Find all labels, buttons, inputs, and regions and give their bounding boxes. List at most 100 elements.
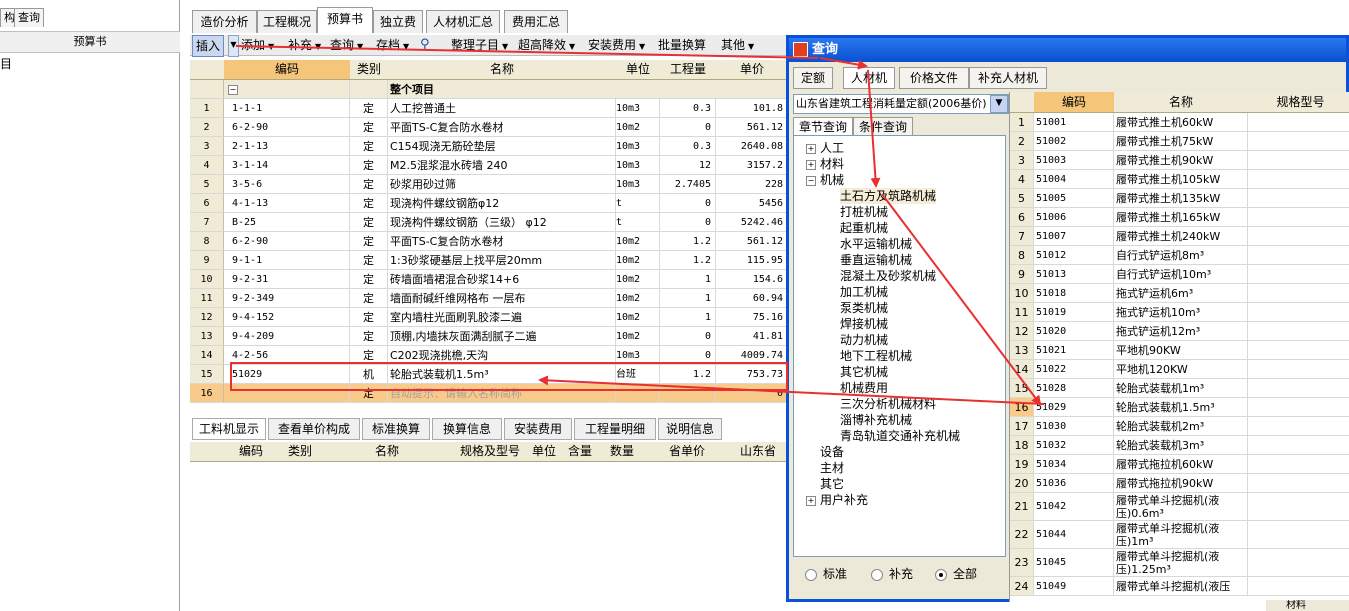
table-row[interactable]: 21 51042 履带式单斗挖掘机(液压)0.6m³ [1010, 493, 1349, 521]
query-button[interactable]: 查询 ▼ [330, 35, 363, 55]
bottom-header-provincial-price[interactable]: 省单价 [646, 442, 729, 462]
tree-node-machinery-child[interactable]: 加工机械 [840, 284, 888, 300]
table-row[interactable]: 12 9-4-152 定室内墙柱光面刷乳胶漆二遍 10m2 1 75.16 [190, 308, 788, 327]
tree-node-machinery-child[interactable]: 三次分析机械材料 [840, 396, 936, 412]
table-row[interactable]: 14 4-2-56 定 C202现浇挑檐,天沟 10m3 0 4009.74 [190, 346, 788, 365]
table-row[interactable]: 8 51012 自行式铲运机8m³ [1010, 246, 1349, 265]
tab-fee-summary[interactable]: 费用汇总 [504, 10, 568, 33]
resource-header-code[interactable]: 编码 [1034, 92, 1115, 113]
tree-node-category[interactable]: 其它 [820, 476, 844, 492]
table-row[interactable]: 10 51018 拖式铲运机6m³ [1010, 284, 1349, 303]
bottom-header-amount[interactable]: 数量 [598, 442, 647, 462]
batch-conversion-button[interactable]: 批量换算 [658, 35, 706, 55]
table-row[interactable]: 11 51019 拖式铲运机10m³ [1010, 303, 1349, 322]
tree-node-machinery-child[interactable]: 土石方及筑路机械 [840, 188, 937, 204]
grid-header-unit-price[interactable]: 单价 [716, 60, 788, 80]
other-button[interactable]: 其他 ▼ [721, 35, 754, 55]
archive-button[interactable]: 存档 ▼ [376, 35, 409, 55]
tab-cost-analysis[interactable]: 造价分析 [192, 10, 257, 33]
radio-supplement[interactable]: 补充 [871, 566, 913, 582]
table-row[interactable]: 13 9-4-209 定顶棚,内墙抹灰面满刮腻子二遍 10m2 0 41.81 [190, 327, 788, 346]
tree-node-machinery-child[interactable]: 地下工程机械 [840, 348, 912, 364]
bottom-header-unit[interactable]: 单位 [526, 442, 563, 462]
grid-header-unit[interactable]: 单位 [616, 60, 661, 80]
tree-node-category[interactable]: 设备 [820, 444, 844, 460]
tree-node-machinery-child[interactable]: 其它机械 [840, 364, 888, 380]
tree-node-machinery-child[interactable]: 焊接机械 [840, 316, 888, 332]
bottom-header-code[interactable]: 编码 [222, 442, 281, 462]
bottom-header-name[interactable]: 名称 [320, 442, 455, 462]
add-button[interactable]: 添加 ▼ [241, 35, 274, 55]
tree-node-machinery-child[interactable]: 泵类机械 [840, 300, 888, 316]
tree-node-machinery-child[interactable]: 淄博补充机械 [840, 412, 912, 428]
tab-resource-summary[interactable]: 人材机汇总 [426, 10, 500, 33]
tree-node-machinery-child[interactable]: 起重机械 [840, 220, 888, 236]
supplement-button[interactable]: 补充 ▼ [288, 35, 321, 55]
table-row[interactable]: 12 51020 拖式铲运机12m³ [1010, 322, 1349, 341]
table-row[interactable]: 24 51049 履带式单斗挖掘机(液压 [1010, 577, 1349, 596]
radio-all[interactable]: 全部 [935, 566, 977, 582]
tab-budget-book[interactable]: 预算书 [317, 7, 373, 33]
table-row[interactable]: 6 4-1-13 定现浇构件螺纹钢筋φ12 t 0 5456 [190, 194, 788, 213]
tab-material-display[interactable]: 工料机显示 [192, 418, 266, 440]
bottom-header-spec[interactable]: 规格及型号 [454, 442, 527, 462]
bottom-header-content[interactable]: 含量 [562, 442, 599, 462]
table-row[interactable]: 2 51002 履带式推土机75kW [1010, 132, 1349, 151]
table-row[interactable]: 19 51034 履带式拖拉机60kW [1010, 455, 1349, 474]
expand-icon[interactable]: + [806, 495, 816, 506]
table-row[interactable]: 17 51030 轮胎式装载机2m³ [1010, 417, 1349, 436]
grid-header-quantity[interactable]: 工程量 [660, 60, 717, 80]
tree-node-labor[interactable]: + 人工 [806, 140, 844, 156]
tab-independent-fee[interactable]: 独立费 [373, 10, 423, 33]
tab-unit-price-composition[interactable]: 查看单价构成 [268, 418, 360, 440]
dialog-title-bar[interactable]: 查询 [789, 38, 1346, 62]
collapse-icon[interactable]: − [228, 85, 238, 95]
tree-node-category[interactable]: 主材 [820, 460, 844, 476]
chevron-down-icon[interactable]: ▼ [990, 95, 1008, 113]
table-row[interactable]: 4 51004 履带式推土机105kW [1010, 170, 1349, 189]
table-row[interactable]: 6 51006 履带式推土机165kW [1010, 208, 1349, 227]
quota-library-select[interactable]: 山东省建筑工程消耗量定额(2006基价) ▼ [793, 94, 1009, 114]
table-row[interactable]: 9 51013 自行式铲运机10m³ [1010, 265, 1349, 284]
table-row[interactable]: 18 51032 轮胎式装载机3m³ [1010, 436, 1349, 455]
table-row[interactable]: 2 6-2-90 定平面TS-C复合防水卷材 10m2 0 561.12 [190, 118, 788, 137]
tab-standard-conversion[interactable]: 标准换算 [362, 418, 430, 440]
insert-dropdown-icon[interactable]: ▼ [228, 35, 239, 57]
dialog-tab-resources[interactable]: 人材机 [843, 67, 895, 89]
organize-items-button[interactable]: 整理子目 ▼ [451, 35, 508, 55]
grid-header-type[interactable]: 类别 [350, 60, 389, 80]
table-row[interactable]: 5 3-5-6 定砂浆用砂过筛 10m3 2.7405 228 [190, 175, 788, 194]
grid-header-name[interactable]: 名称 [388, 60, 617, 80]
grid-header-code[interactable]: 编码 [224, 60, 351, 80]
dialog-tab-custom-resources[interactable]: 补充人材机 [969, 67, 1047, 89]
resource-header-spec[interactable]: 规格型号 [1248, 92, 1349, 113]
table-row[interactable]: 10 9-2-31 定砖墙面墙裙混合砂浆14+6 10m2 1 154.6 [190, 270, 788, 289]
subtab-chapter-query[interactable]: 章节查询 [793, 117, 853, 137]
table-row[interactable]: 20 51036 履带式拖拉机90kW [1010, 474, 1349, 493]
bottom-header-shandong[interactable]: 山东省 [728, 442, 789, 462]
left-tree-item[interactable]: 目 [0, 55, 12, 72]
expand-icon[interactable]: + [806, 159, 816, 170]
dialog-tab-price-file[interactable]: 价格文件 [899, 67, 969, 89]
left-tab-query[interactable]: 查询 [14, 8, 44, 27]
high-rise-reduction-button[interactable]: 超高降效 ▼ [518, 35, 575, 55]
insert-button[interactable]: 插入 [192, 35, 225, 57]
tree-node-machinery-child[interactable]: 动力机械 [840, 332, 888, 348]
collapse-icon[interactable]: − [806, 175, 816, 186]
tab-quantity-detail[interactable]: 工程量明细 [574, 418, 656, 440]
tree-node-machinery-child[interactable]: 机械费用 [840, 380, 888, 396]
tree-node-machinery-child[interactable]: 混凝土及砂浆机械 [840, 268, 936, 284]
table-row[interactable]: 15 51028 轮胎式装载机1m³ [1010, 379, 1349, 398]
tab-conversion-info[interactable]: 换算信息 [432, 418, 502, 440]
radio-standard[interactable]: 标准 [805, 566, 847, 582]
table-row[interactable]: 9 9-1-1 定 1:3砂浆硬基层上找平层20mm 10m2 1.2 115.95 [190, 251, 788, 270]
table-row[interactable]: 1 51001 履带式推土机60kW [1010, 113, 1349, 132]
dialog-tab-quota[interactable]: 定额 [793, 67, 833, 89]
binoculars-icon[interactable]: ⚲ [420, 35, 430, 55]
table-row[interactable]: 1 1-1-1 定人工挖普通土 10m3 0.3 101.8 [190, 99, 788, 118]
tab-installation-fee[interactable]: 安装费用 [504, 418, 572, 440]
table-row[interactable]: 16 51029 轮胎式装载机1.5m³ [1010, 398, 1349, 417]
tree-node-machinery-child[interactable]: 青岛轨道交通补充机械 [840, 428, 960, 444]
tree-node-machinery-child[interactable]: 垂直运输机械 [840, 252, 912, 268]
table-row[interactable]: 22 51044 履带式单斗挖掘机(液压)1m³ [1010, 521, 1349, 549]
